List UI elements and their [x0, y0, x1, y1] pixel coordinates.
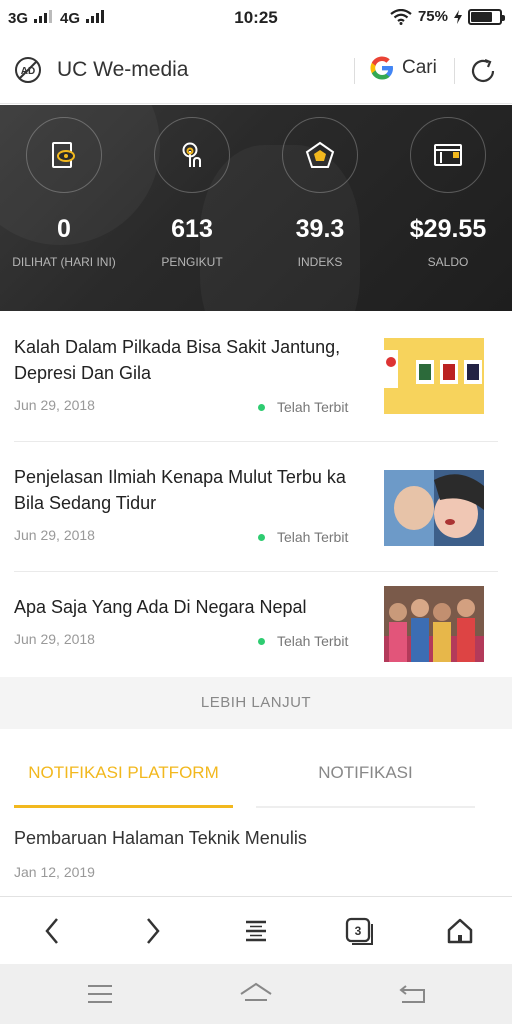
article-title: Kalah Dalam Pilkada Bisa Sakit Jantung, … — [14, 337, 341, 383]
stat-icon-ring — [154, 117, 230, 193]
system-home-button[interactable] — [236, 978, 276, 1010]
menu-button[interactable] — [236, 911, 276, 951]
menu-icon — [88, 985, 112, 1003]
article-status: Telah Terbit — [258, 399, 348, 415]
article-status: Telah Terbit — [258, 633, 348, 649]
menu-icon — [246, 920, 266, 942]
tab-platform-notifications[interactable]: NOTIFIKASI PLATFORM — [14, 744, 233, 808]
article-status: Telah Terbit — [258, 529, 348, 545]
pentagon-index-icon — [305, 141, 335, 168]
stat-icon-ring — [282, 117, 358, 193]
battery-percent: 75% — [417, 8, 448, 25]
back-arrow-icon — [399, 985, 425, 1003]
recent-apps-button[interactable] — [80, 978, 120, 1010]
article-date: Jun 29, 2018 — [14, 397, 95, 413]
stat-icon-ring — [410, 117, 486, 193]
status-right: 75% — [390, 8, 505, 25]
notification-item[interactable]: Pembaruan Halaman Teknik Menulis Jan 12,… — [14, 808, 498, 896]
wallet-icon — [434, 144, 462, 166]
stat-value: 613 — [171, 215, 213, 243]
back-button[interactable] — [32, 911, 72, 951]
home-icon — [447, 918, 473, 944]
stat-label: DILIHAT (HARI INI) — [12, 255, 116, 269]
article-date: Jun 29, 2018 — [14, 527, 95, 543]
tab-label: NOTIFIKASI — [318, 763, 413, 782]
stat-label: INDEKS — [297, 255, 343, 269]
stat-value: 0 — [57, 215, 71, 243]
tabs-icon: 3 — [345, 917, 373, 945]
article-title: Penjelasan Ilmiah Kenapa Mulut Terbu ka … — [14, 467, 346, 513]
article-status-label: Telah Terbit — [277, 529, 349, 545]
refresh-icon[interactable] — [467, 55, 499, 87]
published-dot-icon — [258, 637, 265, 645]
google-icon — [370, 56, 393, 80]
list-item[interactable]: Kalah Dalam Pilkada Bisa Sakit Jantung, … — [14, 312, 498, 442]
notification-tabs: NOTIFIKASI PLATFORM NOTIFIKASI — [0, 744, 512, 808]
chevron-left-icon — [45, 918, 58, 944]
stat-icon-ring — [26, 117, 102, 193]
list-item[interactable]: Penjelasan Ilmiah Kenapa Mulut Terbu ka … — [14, 442, 498, 572]
article-status-label: Telah Terbit — [277, 399, 349, 415]
stat-views[interactable]: 0 DILIHAT (HARI INI) — [9, 117, 119, 271]
stats-panel: 0 DILIHAT (HARI INI) 613 PENGIKUT 39.3 I… — [0, 105, 512, 311]
chevron-right-icon — [147, 918, 160, 944]
search-label: Cari — [402, 57, 437, 78]
published-dot-icon — [258, 533, 265, 541]
stat-label: SALDO — [427, 255, 469, 269]
wifi-icon — [390, 8, 412, 25]
stat-balance[interactable]: $29.55 SALDO — [393, 117, 503, 271]
article-list: Kalah Dalam Pilkada Bisa Sakit Jantung, … — [0, 312, 512, 676]
stat-value: $29.55 — [409, 215, 487, 243]
forward-button[interactable] — [133, 911, 173, 951]
ad-block-icon[interactable]: AD — [14, 56, 42, 84]
tab-notifications[interactable]: NOTIFIKASI — [256, 744, 475, 808]
system-back-button[interactable] — [392, 978, 432, 1010]
published-dot-icon — [258, 403, 265, 411]
notification-date: Jan 12, 2019 — [14, 864, 95, 880]
tab-count: 3 — [355, 924, 362, 938]
stat-followers[interactable]: 613 PENGIKUT — [137, 117, 247, 271]
app-header: AD UC We-media Cari — [0, 36, 512, 104]
stat-index[interactable]: 39.3 INDEKS — [265, 117, 375, 271]
tabs-button[interactable]: 3 — [339, 911, 379, 951]
battery-level — [471, 11, 492, 22]
list-item[interactable]: Apa Saja Yang Ada Di Negara Nepal Jun 29… — [14, 572, 498, 676]
home-button[interactable] — [440, 911, 480, 951]
stat-label: PENGIKUT — [161, 255, 223, 269]
search-button[interactable]: Cari — [368, 54, 437, 82]
article-thumbnail — [384, 338, 484, 414]
notification-title: Pembaruan Halaman Teknik Menulis — [14, 828, 307, 848]
browser-toolbar: 3 — [0, 896, 512, 964]
home-outline-icon — [240, 982, 272, 1001]
page-title: UC We-media — [57, 58, 189, 81]
system-navigation-bar — [0, 964, 512, 1024]
stat-value: 39.3 — [295, 215, 345, 243]
status-bar: 3G 4G 10:25 75% — [0, 0, 512, 36]
battery-icon — [468, 8, 505, 25]
more-button[interactable]: LEBIH LANJUT — [0, 677, 512, 729]
divider — [454, 58, 455, 84]
article-date: Jun 29, 2018 — [14, 631, 95, 647]
follower-icon — [182, 142, 201, 167]
article-title: Apa Saja Yang Ada Di Negara Nepal — [14, 597, 307, 617]
eye-document-icon — [52, 142, 75, 168]
article-thumbnail — [384, 586, 484, 662]
charging-icon — [454, 9, 462, 24]
tab-label: NOTIFIKASI PLATFORM — [28, 763, 219, 782]
article-status-label: Telah Terbit — [277, 633, 349, 649]
divider — [354, 58, 355, 84]
article-thumbnail — [384, 470, 484, 546]
